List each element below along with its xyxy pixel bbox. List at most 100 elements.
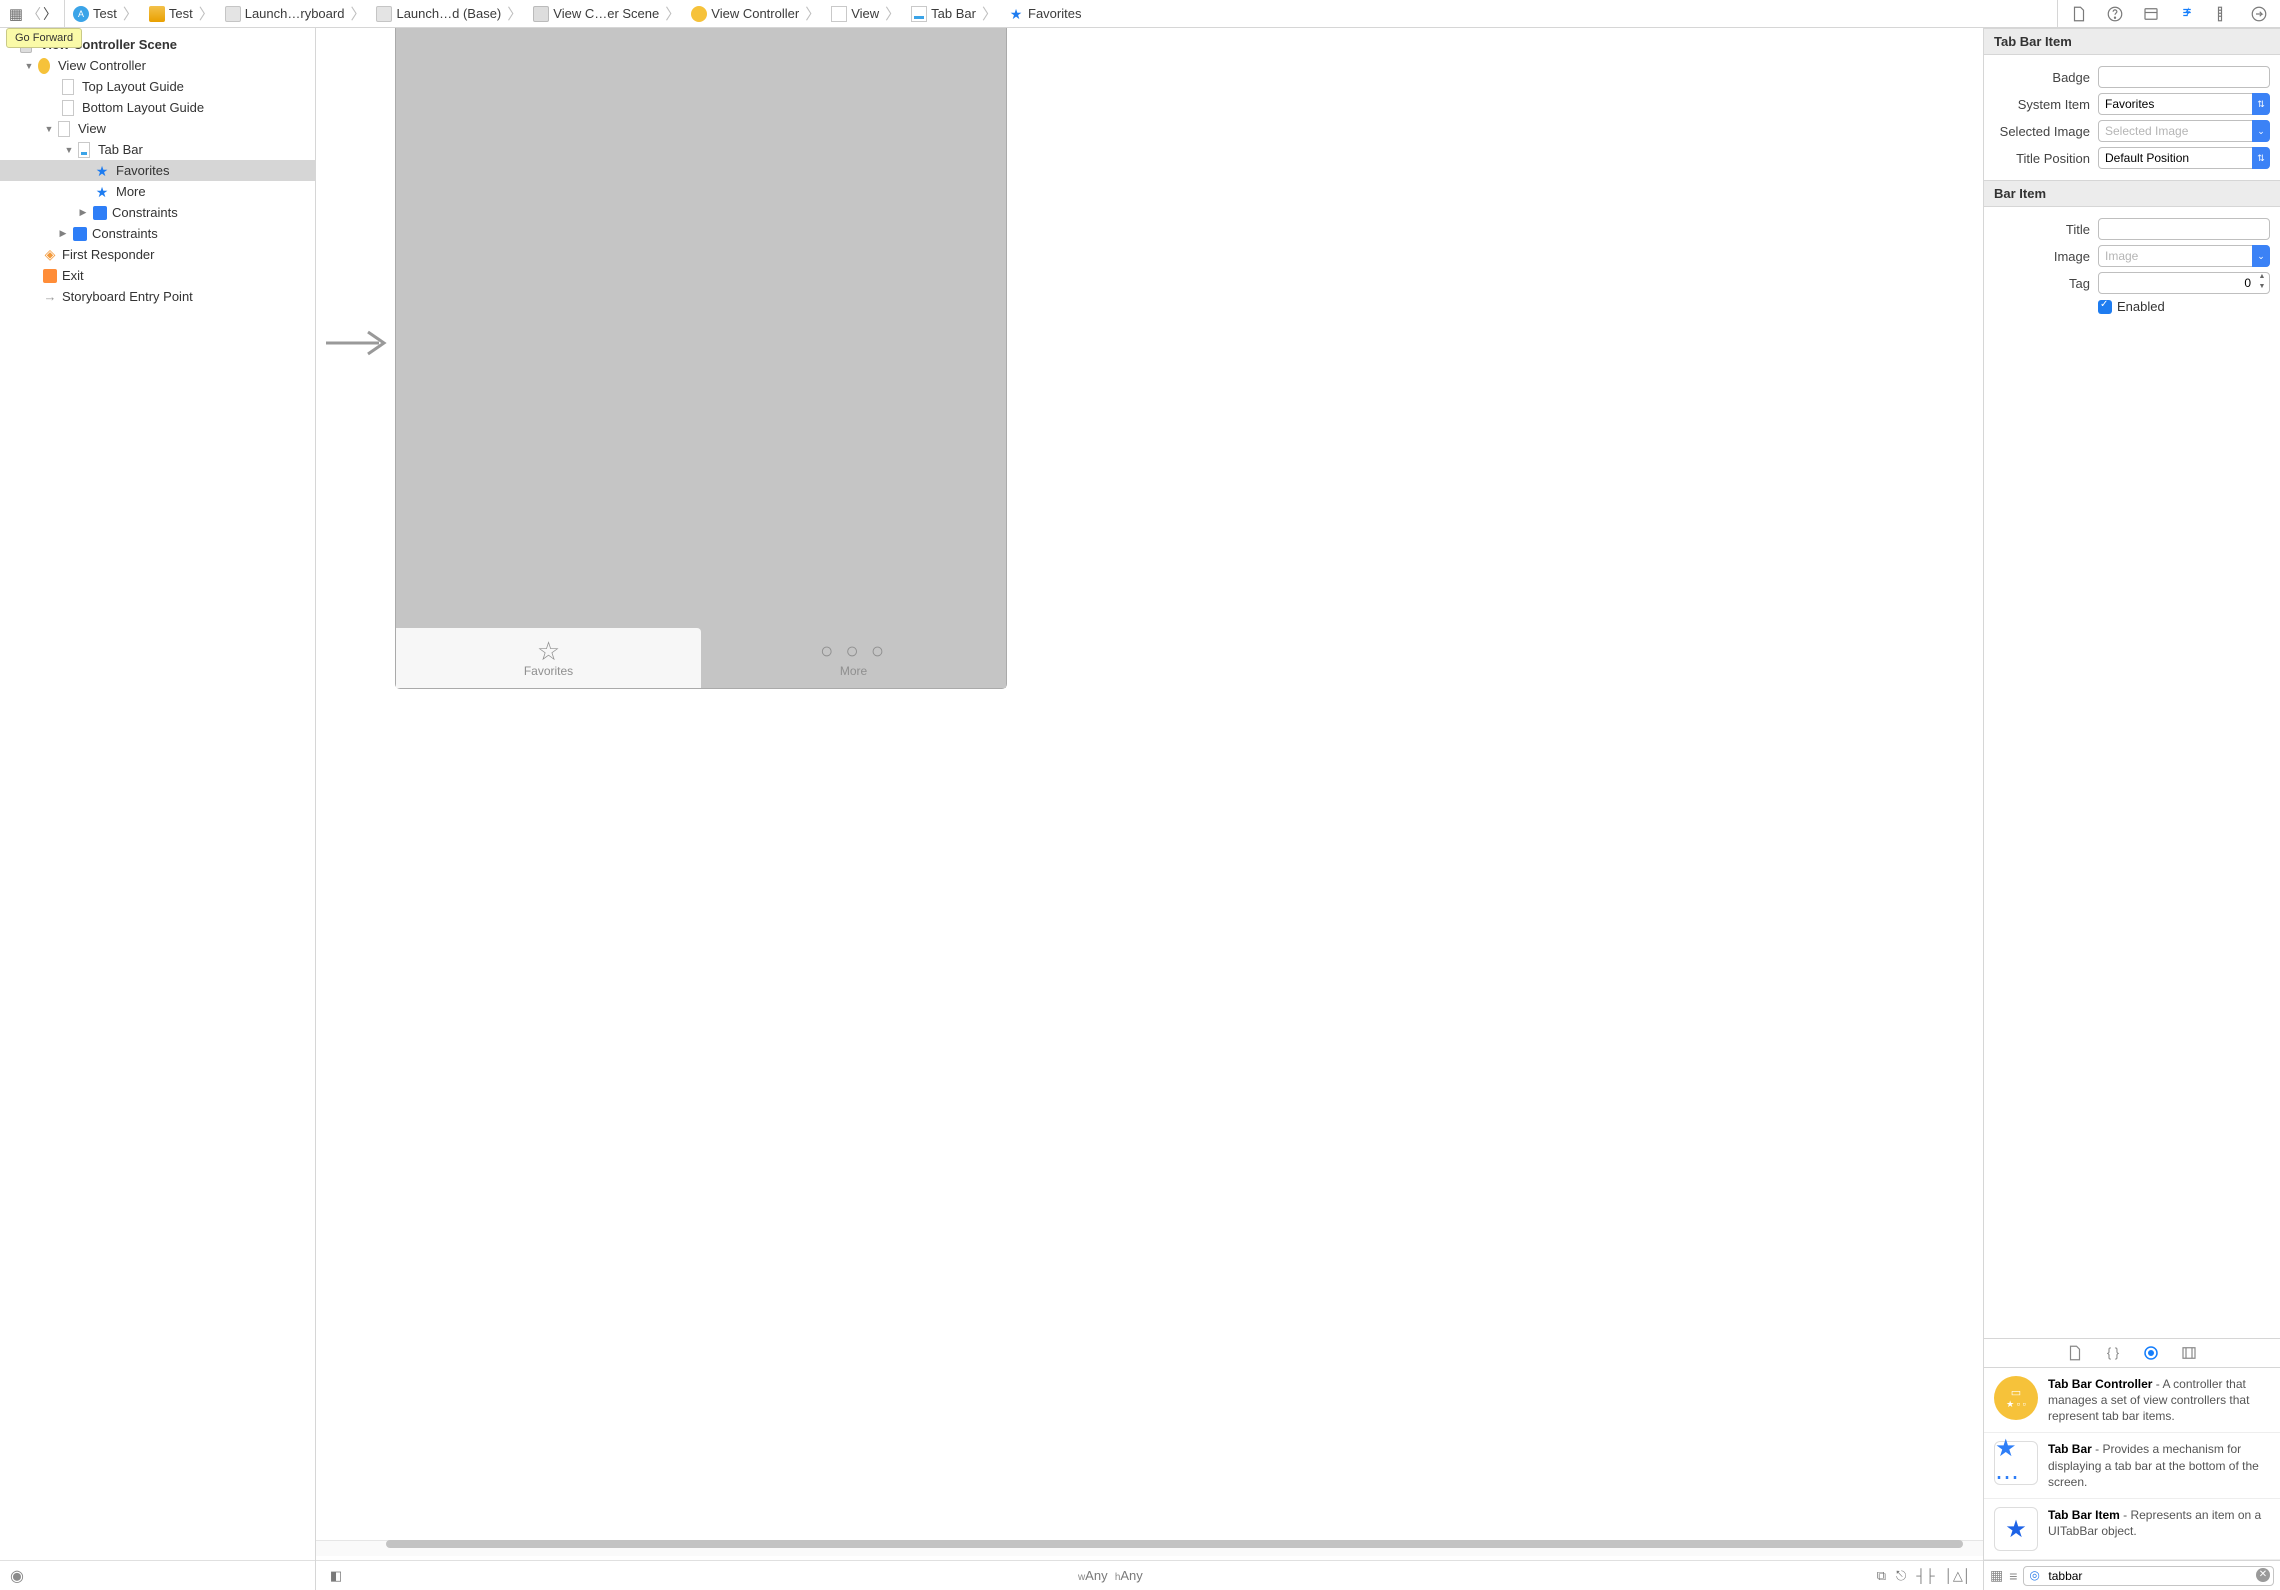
- filter-icon[interactable]: ◉: [10, 1566, 24, 1586]
- outline-filter-bar: ◉: [0, 1560, 315, 1590]
- size-inspector-tab[interactable]: [2212, 3, 2234, 25]
- go-forward-tooltip: Go Forward: [6, 28, 82, 48]
- library-icon-view-icon[interactable]: ≡: [2009, 1568, 2017, 1584]
- outline-favorites[interactable]: ★Favorites: [0, 160, 315, 181]
- more-dots-icon: ○ ○ ○: [820, 638, 887, 664]
- chevron-updown-icon[interactable]: ⇅: [2252, 93, 2270, 115]
- field-selected-image: Selected Image ⌄: [1994, 120, 2270, 142]
- crumb-scene[interactable]: View C…er Scene〉: [529, 3, 687, 24]
- field-system-item: System Item ⇅: [1994, 93, 2270, 115]
- tab-bar-controller-icon: ▭★ ▫ ▫: [1994, 1376, 2038, 1420]
- nav-forward[interactable]: 〉: [42, 4, 58, 24]
- chevron-down-icon[interactable]: ⌄: [2252, 245, 2270, 267]
- canvas-scroll-track: [316, 1540, 1983, 1556]
- outline-more[interactable]: ★More: [0, 181, 315, 202]
- stack-tool-icon[interactable]: ⧉: [1877, 1568, 1886, 1584]
- library-item-tab-bar-controller[interactable]: ▭★ ▫ ▫ Tab Bar Controller - A controller…: [1984, 1368, 2280, 1434]
- code-snippet-library-tab[interactable]: { }: [2102, 1342, 2124, 1364]
- field-badge: Badge: [1994, 66, 2270, 88]
- library-item-tab-bar-item[interactable]: ★ Tab Bar Item - Represents an item on a…: [1984, 1499, 2280, 1560]
- related-items-icon[interactable]: ▦: [6, 5, 26, 23]
- field-title: Title: [1994, 218, 2270, 240]
- outline-exit[interactable]: Exit: [0, 265, 315, 286]
- utility-area: Tab Bar Item Badge System Item ⇅ Selecte…: [1984, 28, 2280, 1590]
- file-inspector-tab[interactable]: [2068, 3, 2090, 25]
- nav-back[interactable]: 〈: [26, 4, 42, 24]
- crumb-favorites[interactable]: ★Favorites: [1004, 6, 1085, 22]
- object-library-list[interactable]: ▭★ ▫ ▫ Tab Bar Controller - A controller…: [1984, 1368, 2280, 1560]
- folder-icon: [149, 6, 165, 22]
- breadcrumb: ATest〉 Test〉 Launch…ryboard〉 Launch…d (B…: [65, 0, 2057, 27]
- object-library-tab[interactable]: [2140, 1342, 2162, 1364]
- outline-constraints-inner[interactable]: ▶Constraints: [0, 202, 315, 223]
- outline-constraints-outer[interactable]: ▶Constraints: [0, 223, 315, 244]
- library-tabs: { }: [1984, 1338, 2280, 1368]
- enabled-checkbox[interactable]: Enabled: [2098, 299, 2165, 314]
- system-item-select[interactable]: [2098, 93, 2270, 115]
- field-tag: Tag ▲▼: [1994, 272, 2270, 294]
- title-position-select[interactable]: [2098, 147, 2270, 169]
- layout-guide-icon: [62, 79, 74, 95]
- identity-inspector-tab[interactable]: [2140, 3, 2162, 25]
- document-outline: ▼View Controller Scene ▼View Controller …: [0, 28, 316, 1590]
- clear-search-icon[interactable]: ✕: [2256, 1568, 2270, 1582]
- star-outline-icon: ☆: [537, 638, 560, 664]
- tab-item-favorites[interactable]: ☆ Favorites: [396, 628, 701, 688]
- tag-stepper[interactable]: ▲▼: [2255, 273, 2269, 293]
- quick-help-tab[interactable]: [2104, 3, 2126, 25]
- selected-image-combo[interactable]: [2098, 120, 2270, 142]
- canvas-area: ☆ Favorites ○ ○ ○ More ◧ wAny hAny: [316, 28, 1984, 1590]
- outline-bottom-layout-guide[interactable]: Bottom Layout Guide: [0, 97, 315, 118]
- view-controller-canvas[interactable]: ☆ Favorites ○ ○ ○ More: [396, 28, 1006, 688]
- tab-item-more[interactable]: ○ ○ ○ More: [701, 628, 1006, 688]
- library-item-tab-bar[interactable]: ★ ⋯ Tab Bar - Provides a mechanism for d…: [1984, 1433, 2280, 1499]
- tabbar-icon: [911, 6, 927, 22]
- outline-first-responder[interactable]: ◈First Responder: [0, 244, 315, 265]
- resolve-tool-icon[interactable]: │△│: [1945, 1568, 1971, 1584]
- crumb-view[interactable]: View〉: [827, 3, 907, 24]
- chevron-down-icon[interactable]: ⌄: [2252, 120, 2270, 142]
- library-list-view-icon[interactable]: ▦: [1990, 1567, 2003, 1584]
- image-combo[interactable]: [2098, 245, 2270, 267]
- constraints-icon: [93, 206, 107, 220]
- crumb-project[interactable]: ATest〉: [69, 3, 145, 24]
- search-scope-icon[interactable]: ◎: [2029, 1568, 2039, 1582]
- tab-bar-item-icon: ★: [1994, 1507, 2038, 1551]
- storyboard-canvas[interactable]: ☆ Favorites ○ ○ ○ More: [316, 28, 1983, 1560]
- align-tool-icon[interactable]: ⎋: [1896, 1568, 1906, 1584]
- view-icon: [831, 6, 847, 22]
- tag-input[interactable]: [2098, 272, 2270, 294]
- outline-entry-point[interactable]: →Storyboard Entry Point: [0, 286, 315, 307]
- crumb-storyboard-base[interactable]: Launch…d (Base)〉: [372, 3, 529, 24]
- badge-input[interactable]: [2098, 66, 2270, 88]
- toggle-outline-icon[interactable]: ◧: [330, 1568, 342, 1584]
- connections-inspector-tab[interactable]: [2248, 3, 2270, 25]
- size-class-control[interactable]: wAny hAny: [356, 1568, 1865, 1583]
- canvas-scroll-thumb[interactable]: [386, 1540, 1963, 1548]
- crumb-storyboard-file[interactable]: Launch…ryboard〉: [221, 3, 373, 24]
- outline-top-layout-guide[interactable]: Top Layout Guide: [0, 76, 315, 97]
- crumb-tab-bar[interactable]: Tab Bar〉: [907, 3, 1004, 24]
- constraints-icon: [73, 227, 87, 241]
- pin-tool-icon[interactable]: ┤├: [1916, 1568, 1934, 1584]
- file-template-library-tab[interactable]: [2064, 1342, 2086, 1364]
- outline-tab-bar[interactable]: ▼Tab Bar: [0, 139, 315, 160]
- section-tab-bar-item: Tab Bar Item: [1984, 28, 2280, 55]
- library-search-input[interactable]: [2023, 1566, 2274, 1586]
- entry-arrow-icon: [324, 328, 394, 358]
- title-input[interactable]: [2098, 218, 2270, 240]
- library-search-bar: ▦ ≡ ◎ ✕: [1984, 1560, 2280, 1590]
- star-icon: ★: [96, 184, 109, 200]
- attributes-inspector-tab[interactable]: [2176, 3, 2198, 25]
- crumb-view-controller[interactable]: View Controller〉: [687, 3, 827, 24]
- outline-view[interactable]: ▼View: [0, 118, 315, 139]
- chevron-updown-icon[interactable]: ⇅: [2252, 147, 2270, 169]
- field-image: Image ⌄: [1994, 245, 2270, 267]
- tab-bar-canvas[interactable]: ☆ Favorites ○ ○ ○ More: [396, 628, 1006, 688]
- star-icon: ★: [1008, 6, 1024, 22]
- outline-view-controller[interactable]: ▼View Controller: [0, 55, 315, 76]
- outline-tree[interactable]: ▼View Controller Scene ▼View Controller …: [0, 28, 315, 1560]
- crumb-folder[interactable]: Test〉: [145, 3, 221, 24]
- inspector-scroll[interactable]: Tab Bar Item Badge System Item ⇅ Selecte…: [1984, 28, 2280, 1338]
- media-library-tab[interactable]: [2178, 1342, 2200, 1364]
